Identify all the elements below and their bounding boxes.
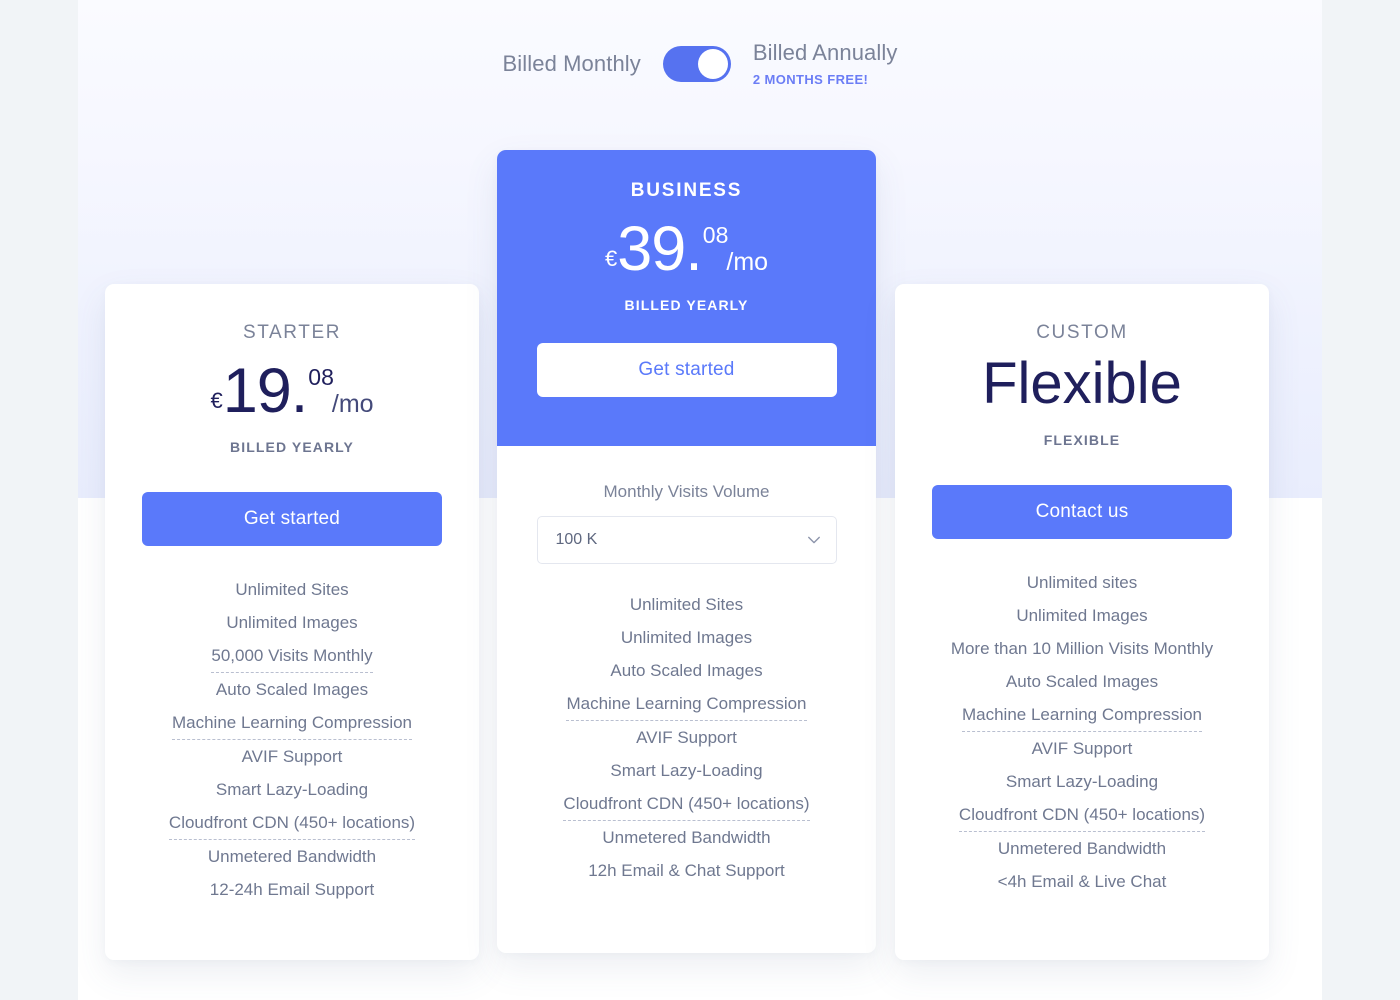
price-period: /mo (726, 248, 769, 276)
pricing-card-custom: CUSTOM Flexible FLEXIBLE Contact us Unli… (895, 284, 1269, 960)
feature-item[interactable]: Machine Learning Compression (105, 706, 479, 740)
feature-item: More than 10 Million Visits Monthly (895, 632, 1269, 665)
feature-label: Unlimited sites (1026, 572, 1138, 592)
billing-period-toggle-row: Billed Monthly Billed Annually 2 MONTHS … (78, 40, 1322, 87)
price-amount: 19. (222, 356, 309, 426)
feature-item: 12-24h Email Support (105, 873, 479, 906)
feature-label: AVIF Support (1031, 738, 1133, 758)
billing-note-business: BILLED YEARLY (624, 297, 749, 313)
feature-label: Unlimited Images (1016, 605, 1148, 625)
price-cents: 08 (702, 222, 729, 248)
feature-label: <4h Email & Live Chat (997, 871, 1167, 891)
feature-item: Unlimited Images (105, 606, 479, 639)
feature-item[interactable]: Cloudfront CDN (450+ locations) (895, 798, 1269, 832)
feature-label: Smart Lazy-Loading (215, 780, 369, 799)
billing-note-custom: FLEXIBLE (1043, 431, 1121, 448)
feature-item: Auto Scaled Images (895, 665, 1269, 698)
monthly-visits-select-wrap: 100 K (536, 516, 837, 564)
feature-label: 50,000 Visits Monthly (211, 639, 373, 673)
price-currency: € (210, 388, 223, 413)
feature-label: Unmetered Bandwidth (207, 847, 377, 866)
feature-label: AVIF Support (636, 728, 737, 747)
feature-label: Auto Scaled Images (215, 680, 369, 699)
feature-item: Unmetered Bandwidth (497, 821, 876, 854)
billing-note-starter: BILLED YEARLY (230, 439, 354, 455)
feature-label: Unlimited Sites (235, 580, 349, 599)
billing-annually-label[interactable]: Billed Annually (753, 40, 898, 66)
feature-label: Auto Scaled Images (1005, 671, 1159, 691)
feature-label: Machine Learning Compression (961, 698, 1203, 732)
feature-item[interactable]: Cloudfront CDN (450+ locations) (497, 787, 876, 821)
feature-item: Smart Lazy-Loading (895, 765, 1269, 798)
feature-item: Auto Scaled Images (105, 673, 479, 706)
switch-knob-icon (697, 48, 728, 79)
feature-item: Unlimited Images (895, 599, 1269, 632)
feature-item: AVIF Support (105, 740, 479, 773)
feature-label: Smart Lazy-Loading (1005, 771, 1159, 791)
feature-item: <4h Email & Live Chat (895, 865, 1269, 898)
feature-item[interactable]: 50,000 Visits Monthly (105, 639, 479, 673)
feature-label: Cloudfront CDN (450+ locations) (168, 806, 416, 840)
billing-annually-group: Billed Annually 2 MONTHS FREE! (753, 40, 898, 87)
feature-item: AVIF Support (895, 732, 1269, 765)
feature-label: Unlimited Images (620, 628, 753, 647)
feature-item[interactable]: Machine Learning Compression (895, 698, 1269, 732)
plan-name-custom: CUSTOM (1036, 322, 1128, 343)
feature-label: Machine Learning Compression (566, 687, 807, 721)
feature-item: 12h Email & Chat Support (497, 854, 876, 887)
feature-label: Cloudfront CDN (450+ locations) (958, 798, 1206, 832)
feature-list-starter: Unlimited Sites Unlimited Images 50,000 Vi… (105, 573, 479, 906)
feature-label: AVIF Support (241, 747, 343, 766)
feature-item[interactable]: Cloudfront CDN (450+ locations) (105, 806, 479, 840)
feature-list-custom: Unlimited sites Unlimited Images More than… (895, 566, 1269, 898)
plan-price-business: € 39. 08 /mo (497, 218, 876, 281)
plan-price-custom: Flexible (982, 351, 1182, 416)
feature-item: Unmetered Bandwidth (105, 840, 479, 873)
billing-monthly-label[interactable]: Billed Monthly (503, 51, 641, 77)
feature-item: AVIF Support (497, 721, 876, 754)
feature-item: Auto Scaled Images (497, 654, 876, 687)
pricing-page: Billed Monthly Billed Annually 2 MONTHS … (78, 0, 1322, 1000)
pricing-card-starter: STARTER € 19. 08 /mo BILLED YEARLY Get s… (105, 284, 479, 960)
feature-item: Unmetered Bandwidth (895, 832, 1269, 865)
price-cents: 08 (308, 364, 334, 390)
feature-label: Unlimited Images (226, 613, 358, 632)
feature-label: Cloudfront CDN (450+ locations) (563, 787, 810, 821)
promo-badge: 2 MONTHS FREE! (752, 72, 869, 87)
feature-label: Smart Lazy-Loading (610, 761, 763, 780)
feature-label: 12h Email & Chat Support (588, 861, 785, 880)
feature-item: Unlimited Images (497, 621, 876, 654)
feature-label: More than 10 Million Visits Monthly (950, 638, 1214, 658)
feature-label: Unlimited Sites (629, 595, 744, 614)
monthly-visits-label: Monthly Visits Volume (603, 482, 770, 501)
feature-label: Unmetered Bandwidth (997, 838, 1167, 858)
price-amount: 39. (617, 214, 703, 284)
pricing-card-business: BUSINESS € 39. 08 /mo BILLED YEARLY Get … (497, 150, 876, 953)
feature-item: Smart Lazy-Loading (497, 754, 876, 787)
price-currency: € (604, 246, 618, 271)
plan-price-starter: € 19. 08 /mo (105, 360, 479, 423)
feature-label: Unmetered Bandwidth (602, 828, 771, 847)
feature-item: Smart Lazy-Loading (105, 773, 479, 806)
feature-label: Machine Learning Compression (171, 706, 413, 740)
plan-name-starter: STARTER (242, 322, 342, 343)
pricing-content: Billed Monthly Billed Annually 2 MONTHS … (78, 0, 1322, 1000)
feature-item: Unlimited Sites (497, 588, 876, 621)
monthly-visits-select[interactable]: 100 K (536, 516, 837, 564)
feature-label: Auto Scaled Images (610, 661, 763, 680)
get-started-button-business[interactable]: Get started (536, 343, 837, 397)
contact-us-button-custom[interactable]: Contact us (932, 484, 1232, 539)
feature-list-business: Unlimited Sites Unlimited Images Auto Scal… (497, 588, 876, 887)
price-period: /mo (331, 390, 374, 418)
get-started-button-starter[interactable]: Get started (142, 492, 442, 546)
feature-item: Unlimited sites (895, 566, 1269, 599)
feature-item: Unlimited Sites (105, 573, 479, 606)
billing-period-switch[interactable] (662, 45, 731, 82)
feature-label: 12-24h Email Support (209, 880, 375, 899)
plan-name-business: BUSINESS (630, 180, 743, 201)
feature-item[interactable]: Machine Learning Compression (497, 687, 876, 721)
business-card-header: BUSINESS € 39. 08 /mo BILLED YEARLY Get … (497, 150, 876, 446)
